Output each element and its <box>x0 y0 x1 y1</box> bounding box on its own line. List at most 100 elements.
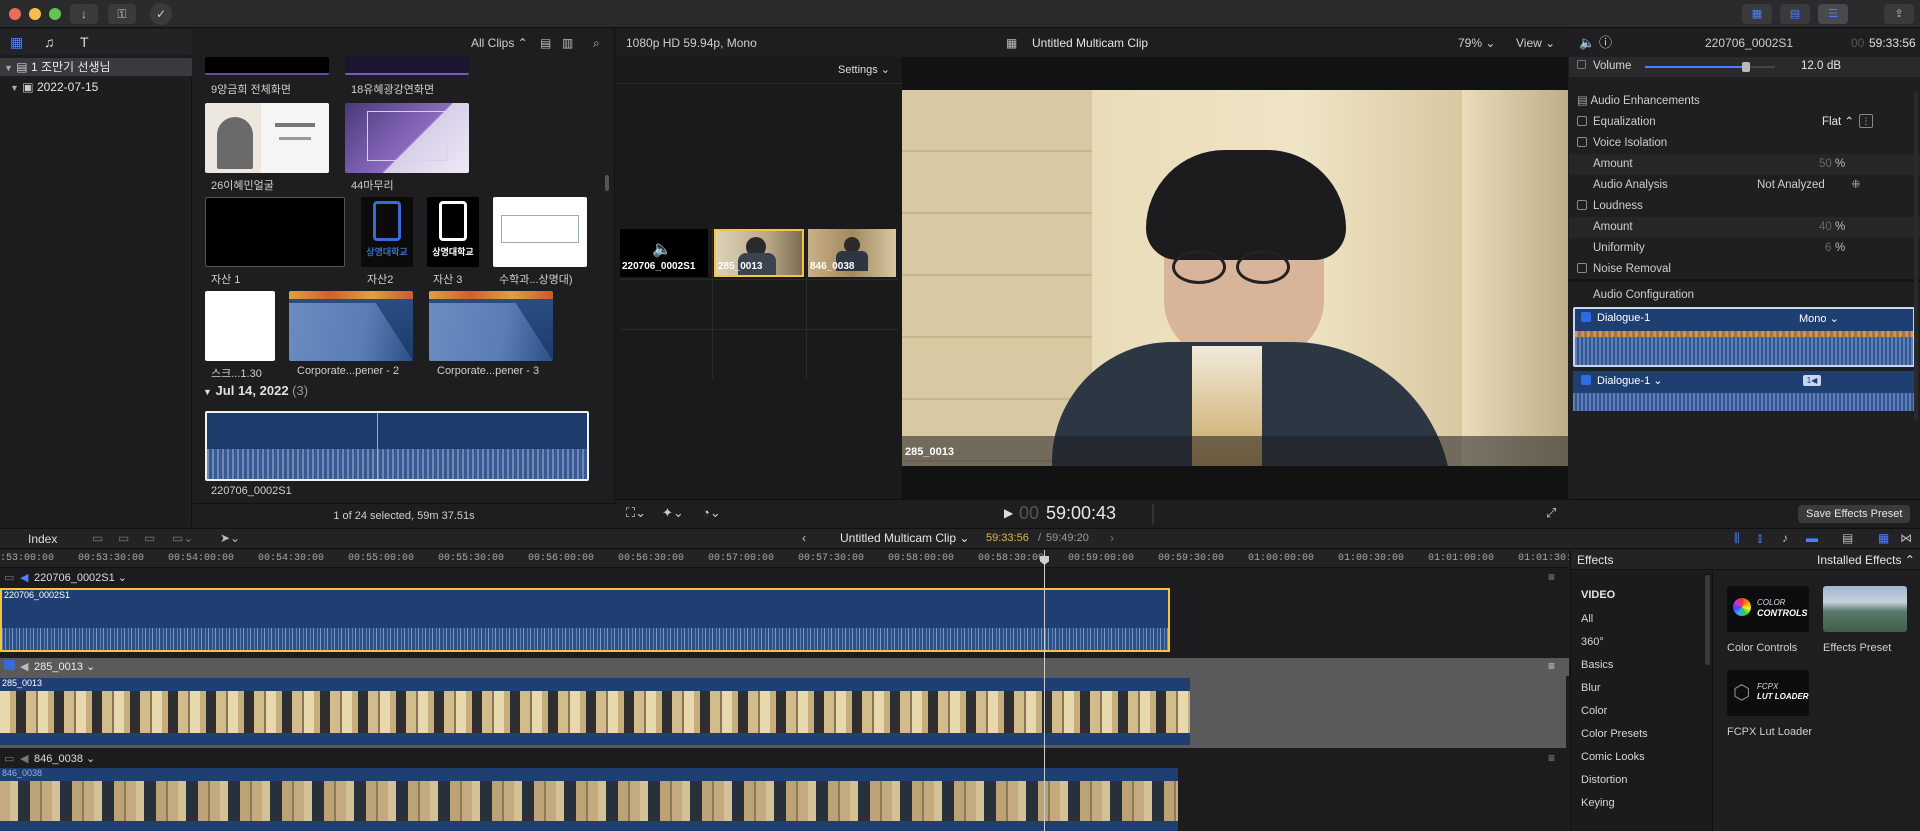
speed-icon[interactable]: ◔⌄ <box>702 505 721 521</box>
installed-effects-dropdown[interactable]: Installed Effects ⌃ <box>1817 553 1915 567</box>
angle-cell-1[interactable]: 🔈 220706_0002S1 <box>620 229 708 277</box>
equalization-checkbox[interactable] <box>1577 116 1587 126</box>
clip-filter-dropdown[interactable]: All Clips ⌃ <box>471 29 528 57</box>
index-button[interactable]: Index <box>22 531 63 547</box>
angle-cell-2[interactable]: 285_0013 <box>714 229 804 277</box>
effects-browser-icon[interactable]: ▦ <box>1878 531 1889 545</box>
angle-2-name[interactable]: 285_0013 ⌄ <box>34 660 95 673</box>
clip-thumb-audio[interactable] <box>429 291 553 361</box>
effect-category-item[interactable]: Color Presets <box>1581 728 1648 740</box>
color-controls-thumb[interactable]: COLOR CONTROLS <box>1727 586 1809 632</box>
clip-thumb[interactable] <box>205 291 275 361</box>
video-monitor-icon[interactable]: ▭ <box>4 571 14 584</box>
clip-thumb[interactable] <box>205 57 329 75</box>
eq-preset-dropdown[interactable]: Flat ⌃ <box>1822 112 1854 133</box>
effect-category-item[interactable]: 360° <box>1581 636 1604 648</box>
angle-cell-3[interactable]: 846_0038 <box>808 229 896 277</box>
lut-loader-thumb[interactable]: ⬡ FCPX LUT LOADER <box>1727 670 1809 716</box>
append-clip-icon[interactable]: ▭ <box>144 531 155 545</box>
angle-menu-icon[interactable]: ≡ <box>1548 659 1555 673</box>
play-icon[interactable]: ▶ <box>1004 506 1013 520</box>
angle-3-filmstrip[interactable] <box>0 781 1178 821</box>
viewer-video-frame[interactable]: 285_0013 <box>902 90 1568 466</box>
playhead[interactable] <box>1044 550 1045 831</box>
effect-category-item[interactable]: Distortion <box>1581 774 1627 786</box>
workspace-inspector-icon[interactable]: ☰ <box>1818 4 1848 24</box>
clip-thumb[interactable] <box>345 103 469 173</box>
background-tasks-icon[interactable]: ✓ <box>150 3 172 25</box>
audio-inspector-icon[interactable]: 🔈 <box>1579 29 1595 57</box>
share-icon[interactable]: ⇪ <box>1884 4 1914 24</box>
audio-component-1[interactable]: Dialogue-1 Mono ⌄ <box>1573 307 1915 367</box>
clip-thumb[interactable] <box>345 57 469 75</box>
connect-clip-icon[interactable]: ▭ <box>92 531 103 545</box>
libraries-tab-icon[interactable]: ▦ <box>10 34 23 51</box>
analyze-wand-icon[interactable]: ⁜ <box>1851 175 1861 196</box>
date-group-header[interactable]: ▼ Jul 14, 2022 (3) <box>203 383 308 398</box>
effect-category-item[interactable]: Blur <box>1581 682 1601 694</box>
snapping-icon[interactable]: ▬ <box>1806 531 1818 545</box>
effect-category-item[interactable]: Comic Looks <box>1581 751 1645 763</box>
video-monitor-icon[interactable]: ▭ <box>4 752 14 765</box>
amount-value[interactable]: 50 <box>1819 154 1832 175</box>
effects-preset-thumb[interactable] <box>1823 586 1907 632</box>
library-item-0[interactable]: ▼ ▤ 1 조만기 선생님 <box>0 58 192 76</box>
categories-scrollbar[interactable] <box>1705 575 1710 665</box>
workspace-timeline-icon[interactable]: ▤ <box>1780 4 1810 24</box>
effect-category-item[interactable]: All <box>1581 613 1593 625</box>
angle-2-filmstrip[interactable] <box>0 691 1190 733</box>
browser-scrollbar[interactable] <box>605 175 609 191</box>
clip-thumb[interactable] <box>493 197 587 267</box>
component-checkbox[interactable] <box>1581 312 1591 322</box>
view-dropdown[interactable]: View ⌄ <box>1516 29 1555 57</box>
overwrite-clip-icon[interactable]: ▭⌄ <box>172 531 193 545</box>
volume-slider[interactable] <box>1645 62 1775 72</box>
photos-audio-tab-icon[interactable]: ♫ <box>44 34 55 50</box>
angle-menu-icon[interactable]: ≡ <box>1548 570 1555 584</box>
info-icon[interactable]: ⓘ <box>1599 29 1612 57</box>
angle-settings-dropdown[interactable]: Settings ⌄ <box>838 63 890 76</box>
minimize-window-button[interactable] <box>29 8 41 20</box>
video-monitor-icon[interactable] <box>4 660 15 670</box>
audio-monitor-icon[interactable]: ◀ <box>20 752 28 765</box>
search-icon[interactable]: ⌕ <box>593 29 600 57</box>
clip-appearance-icon[interactable]: ▤ <box>540 29 551 57</box>
select-tool-icon[interactable]: ➤⌄ <box>220 531 240 545</box>
angle-3-name[interactable]: 846_0038 ⌄ <box>34 752 95 765</box>
inspector-scrollbar[interactable] <box>1914 91 1918 421</box>
loudness-checkbox[interactable] <box>1577 200 1587 210</box>
noise-removal-checkbox[interactable] <box>1577 263 1587 273</box>
insert-clip-icon[interactable]: ▭ <box>118 531 129 545</box>
angle-menu-icon[interactable]: ≡ <box>1548 751 1555 765</box>
keywords-icon[interactable]: ⚿ <box>108 4 136 24</box>
audio-component-2[interactable]: Dialogue-1 ⌄ 1◀ <box>1573 371 1915 411</box>
inspector-divider[interactable] <box>1569 279 1920 282</box>
audio-monitor-icon[interactable]: ◀ <box>20 660 28 673</box>
enhance-icon[interactable]: ✦⌄ <box>662 505 684 521</box>
component-checkbox[interactable] <box>1581 375 1591 385</box>
clip-thumb[interactable] <box>205 103 329 173</box>
clip-appearance-icon[interactable]: ▤ <box>1842 531 1853 545</box>
zoom-dropdown[interactable]: 79% ⌄ <box>1458 29 1495 57</box>
effect-category-item[interactable]: Keying <box>1581 797 1615 809</box>
eq-graph-icon[interactable]: ⋮ <box>1859 114 1873 128</box>
audio-skimming-icon[interactable]: ⫾ <box>1758 531 1762 546</box>
workspace-browser-icon[interactable]: ▦ <box>1742 4 1772 24</box>
audio-monitor-icon[interactable]: ◀ <box>20 571 28 584</box>
voice-isolation-checkbox[interactable] <box>1577 137 1587 147</box>
effect-category-item[interactable]: Color <box>1581 705 1607 717</box>
channel-dropdown[interactable]: Mono ⌄ <box>1799 312 1839 325</box>
zoom-window-button[interactable] <box>49 8 61 20</box>
back-icon[interactable]: ‹ <box>802 531 806 545</box>
clip-thumb[interactable] <box>205 197 345 267</box>
skimming-icon[interactable]: ⫼ <box>1734 531 1740 546</box>
save-effects-preset-button[interactable]: Save Effects Preset <box>1798 505 1911 523</box>
angle-1-name[interactable]: 220706_0002S1 ⌄ <box>34 571 127 584</box>
clip-thumb-logo[interactable]: 상명대학교 <box>427 197 479 267</box>
volume-value[interactable]: 12.0 <box>1801 60 1823 72</box>
amount-value[interactable]: 40 <box>1819 217 1832 238</box>
effect-category-item[interactable]: Basics <box>1581 659 1613 671</box>
transform-icon[interactable]: ⛶⌄ <box>626 505 646 521</box>
close-window-button[interactable] <box>9 8 21 20</box>
clip-thumb-audio[interactable] <box>289 291 413 361</box>
